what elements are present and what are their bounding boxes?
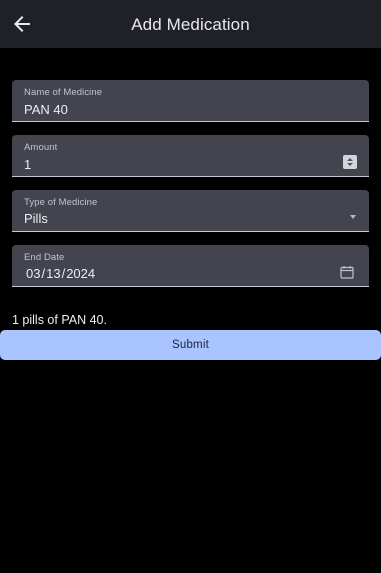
submit-button[interactable]: Submit: [0, 330, 381, 360]
amount-label: Amount: [24, 142, 58, 153]
medicine-type-value: Pills: [24, 211, 48, 226]
stepper-up-icon[interactable]: [347, 158, 353, 161]
amount-field[interactable]: Amount: [12, 135, 369, 177]
medicine-name-label: Name of Medicine: [24, 87, 103, 98]
medicine-name-field[interactable]: Name of Medicine: [12, 80, 369, 122]
amount-input[interactable]: [24, 155, 324, 173]
calendar-icon[interactable]: [340, 265, 354, 279]
medication-summary: 1 pills of PAN 40.: [12, 313, 107, 327]
end-date-label: End Date: [24, 252, 65, 263]
medicine-name-input[interactable]: [24, 100, 324, 118]
end-date-month[interactable]: 03: [26, 266, 40, 281]
add-medication-screen: Add Medication Name of Medicine Amount T…: [0, 0, 381, 573]
dropdown-arrow-icon: [350, 215, 356, 219]
app-bar: Add Medication: [0, 0, 381, 48]
page-title: Add Medication: [131, 15, 250, 34]
amount-stepper[interactable]: [343, 155, 357, 169]
end-date-day[interactable]: 13: [46, 266, 60, 281]
end-date-field[interactable]: End Date 03/13/2024: [12, 245, 369, 287]
medicine-type-select[interactable]: Type of Medicine Pills: [12, 190, 369, 232]
medicine-type-label: Type of Medicine: [24, 197, 98, 208]
stepper-down-icon[interactable]: [347, 163, 353, 166]
end-date-year[interactable]: 2024: [66, 266, 95, 281]
end-date-input[interactable]: 03/13/2024: [26, 266, 95, 281]
